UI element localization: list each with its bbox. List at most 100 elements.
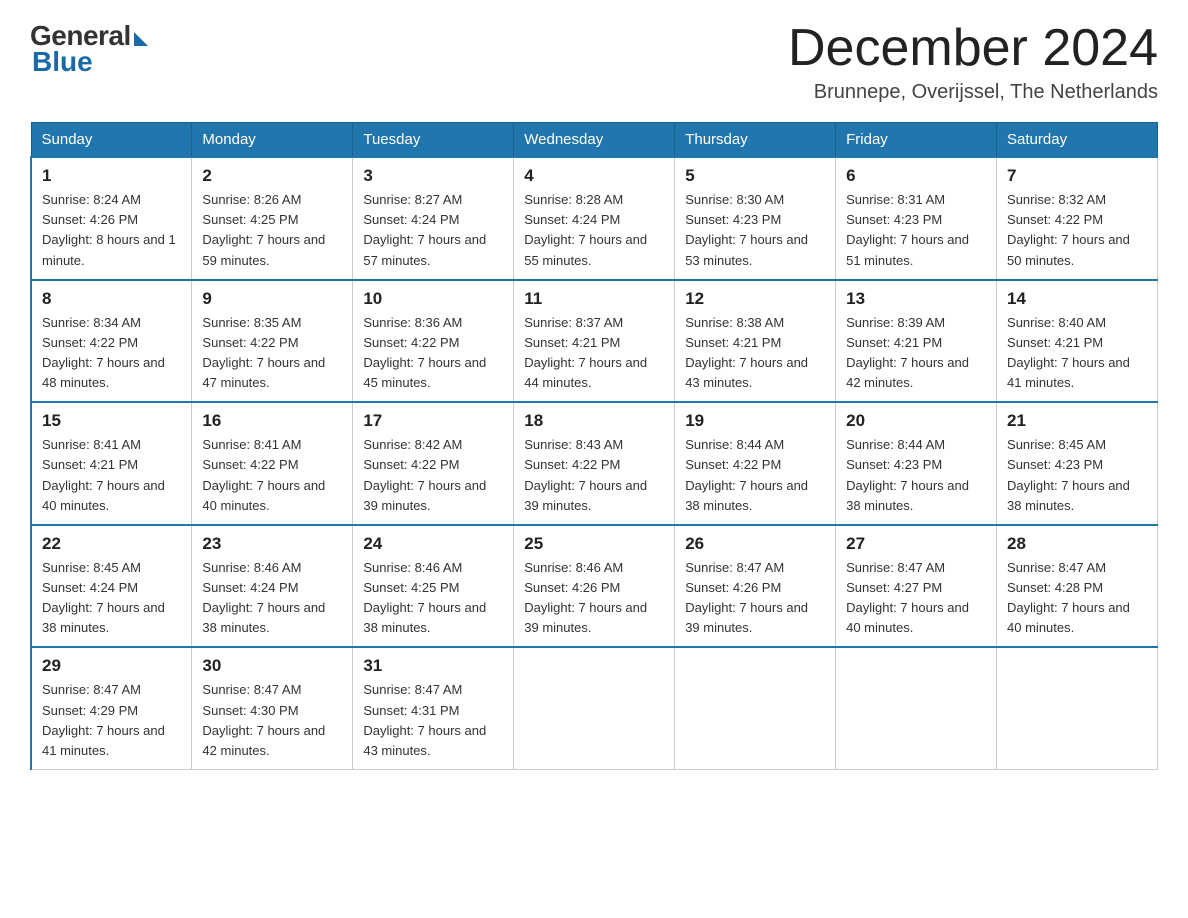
calendar-day-cell: 6 Sunrise: 8:31 AMSunset: 4:23 PMDayligh… [836, 157, 997, 280]
day-info: Sunrise: 8:47 AMSunset: 4:31 PMDaylight:… [363, 682, 486, 757]
day-number: 12 [685, 289, 825, 309]
day-number: 25 [524, 534, 664, 554]
title-block: December 2024 Brunnepe, Overijssel, The … [788, 20, 1158, 104]
day-number: 5 [685, 166, 825, 186]
day-number: 3 [363, 166, 503, 186]
calendar-day-cell: 11 Sunrise: 8:37 AMSunset: 4:21 PMDaylig… [514, 280, 675, 403]
calendar-day-cell: 25 Sunrise: 8:46 AMSunset: 4:26 PMDaylig… [514, 525, 675, 648]
day-info: Sunrise: 8:39 AMSunset: 4:21 PMDaylight:… [846, 315, 969, 390]
calendar-day-header: Saturday [997, 123, 1158, 158]
day-number: 21 [1007, 411, 1147, 431]
day-number: 4 [524, 166, 664, 186]
calendar-day-cell: 27 Sunrise: 8:47 AMSunset: 4:27 PMDaylig… [836, 525, 997, 648]
calendar-day-cell: 8 Sunrise: 8:34 AMSunset: 4:22 PMDayligh… [31, 280, 192, 403]
day-info: Sunrise: 8:47 AMSunset: 4:27 PMDaylight:… [846, 560, 969, 635]
day-info: Sunrise: 8:44 AMSunset: 4:22 PMDaylight:… [685, 437, 808, 512]
day-number: 6 [846, 166, 986, 186]
calendar-day-cell: 24 Sunrise: 8:46 AMSunset: 4:25 PMDaylig… [353, 525, 514, 648]
calendar-day-cell: 23 Sunrise: 8:46 AMSunset: 4:24 PMDaylig… [192, 525, 353, 648]
calendar-day-cell: 26 Sunrise: 8:47 AMSunset: 4:26 PMDaylig… [675, 525, 836, 648]
calendar-day-cell [675, 647, 836, 769]
day-info: Sunrise: 8:31 AMSunset: 4:23 PMDaylight:… [846, 192, 969, 267]
day-info: Sunrise: 8:36 AMSunset: 4:22 PMDaylight:… [363, 315, 486, 390]
calendar-day-cell: 7 Sunrise: 8:32 AMSunset: 4:22 PMDayligh… [997, 157, 1158, 280]
calendar-day-cell: 28 Sunrise: 8:47 AMSunset: 4:28 PMDaylig… [997, 525, 1158, 648]
day-number: 10 [363, 289, 503, 309]
day-number: 28 [1007, 534, 1147, 554]
calendar-day-cell: 12 Sunrise: 8:38 AMSunset: 4:21 PMDaylig… [675, 280, 836, 403]
calendar-week-row: 29 Sunrise: 8:47 AMSunset: 4:29 PMDaylig… [31, 647, 1158, 769]
calendar-day-cell: 16 Sunrise: 8:41 AMSunset: 4:22 PMDaylig… [192, 402, 353, 525]
day-info: Sunrise: 8:47 AMSunset: 4:29 PMDaylight:… [42, 682, 165, 757]
calendar-day-header: Wednesday [514, 123, 675, 158]
calendar-table: SundayMondayTuesdayWednesdayThursdayFrid… [30, 122, 1158, 770]
day-number: 23 [202, 534, 342, 554]
day-info: Sunrise: 8:41 AMSunset: 4:22 PMDaylight:… [202, 437, 325, 512]
day-number: 2 [202, 166, 342, 186]
day-number: 20 [846, 411, 986, 431]
calendar-day-cell [997, 647, 1158, 769]
day-number: 30 [202, 656, 342, 676]
day-number: 17 [363, 411, 503, 431]
calendar-day-cell: 17 Sunrise: 8:42 AMSunset: 4:22 PMDaylig… [353, 402, 514, 525]
logo-blue-text: Blue [32, 46, 93, 78]
calendar-day-cell: 21 Sunrise: 8:45 AMSunset: 4:23 PMDaylig… [997, 402, 1158, 525]
day-number: 26 [685, 534, 825, 554]
calendar-day-cell: 4 Sunrise: 8:28 AMSunset: 4:24 PMDayligh… [514, 157, 675, 280]
calendar-week-row: 22 Sunrise: 8:45 AMSunset: 4:24 PMDaylig… [31, 525, 1158, 648]
calendar-day-cell: 1 Sunrise: 8:24 AMSunset: 4:26 PMDayligh… [31, 157, 192, 280]
location-text: Brunnepe, Overijssel, The Netherlands [788, 81, 1158, 104]
day-info: Sunrise: 8:46 AMSunset: 4:24 PMDaylight:… [202, 560, 325, 635]
day-info: Sunrise: 8:45 AMSunset: 4:24 PMDaylight:… [42, 560, 165, 635]
calendar-day-cell [514, 647, 675, 769]
calendar-day-cell: 29 Sunrise: 8:47 AMSunset: 4:29 PMDaylig… [31, 647, 192, 769]
day-info: Sunrise: 8:30 AMSunset: 4:23 PMDaylight:… [685, 192, 808, 267]
calendar-day-header: Tuesday [353, 123, 514, 158]
calendar-day-cell: 22 Sunrise: 8:45 AMSunset: 4:24 PMDaylig… [31, 525, 192, 648]
calendar-day-cell: 9 Sunrise: 8:35 AMSunset: 4:22 PMDayligh… [192, 280, 353, 403]
day-number: 16 [202, 411, 342, 431]
calendar-day-cell [836, 647, 997, 769]
day-info: Sunrise: 8:35 AMSunset: 4:22 PMDaylight:… [202, 315, 325, 390]
day-info: Sunrise: 8:40 AMSunset: 4:21 PMDaylight:… [1007, 315, 1130, 390]
calendar-day-cell: 14 Sunrise: 8:40 AMSunset: 4:21 PMDaylig… [997, 280, 1158, 403]
day-info: Sunrise: 8:47 AMSunset: 4:30 PMDaylight:… [202, 682, 325, 757]
day-info: Sunrise: 8:26 AMSunset: 4:25 PMDaylight:… [202, 192, 325, 267]
day-info: Sunrise: 8:45 AMSunset: 4:23 PMDaylight:… [1007, 437, 1130, 512]
day-number: 22 [42, 534, 181, 554]
calendar-day-cell: 31 Sunrise: 8:47 AMSunset: 4:31 PMDaylig… [353, 647, 514, 769]
day-info: Sunrise: 8:46 AMSunset: 4:26 PMDaylight:… [524, 560, 647, 635]
day-number: 29 [42, 656, 181, 676]
calendar-day-cell: 2 Sunrise: 8:26 AMSunset: 4:25 PMDayligh… [192, 157, 353, 280]
day-info: Sunrise: 8:47 AMSunset: 4:28 PMDaylight:… [1007, 560, 1130, 635]
day-info: Sunrise: 8:41 AMSunset: 4:21 PMDaylight:… [42, 437, 165, 512]
calendar-day-cell: 30 Sunrise: 8:47 AMSunset: 4:30 PMDaylig… [192, 647, 353, 769]
calendar-day-cell: 10 Sunrise: 8:36 AMSunset: 4:22 PMDaylig… [353, 280, 514, 403]
day-info: Sunrise: 8:34 AMSunset: 4:22 PMDaylight:… [42, 315, 165, 390]
calendar-header-row: SundayMondayTuesdayWednesdayThursdayFrid… [31, 123, 1158, 158]
month-title: December 2024 [788, 20, 1158, 77]
calendar-week-row: 15 Sunrise: 8:41 AMSunset: 4:21 PMDaylig… [31, 402, 1158, 525]
day-info: Sunrise: 8:46 AMSunset: 4:25 PMDaylight:… [363, 560, 486, 635]
calendar-day-header: Friday [836, 123, 997, 158]
day-number: 19 [685, 411, 825, 431]
day-number: 9 [202, 289, 342, 309]
day-info: Sunrise: 8:27 AMSunset: 4:24 PMDaylight:… [363, 192, 486, 267]
calendar-week-row: 1 Sunrise: 8:24 AMSunset: 4:26 PMDayligh… [31, 157, 1158, 280]
day-info: Sunrise: 8:42 AMSunset: 4:22 PMDaylight:… [363, 437, 486, 512]
calendar-day-cell: 3 Sunrise: 8:27 AMSunset: 4:24 PMDayligh… [353, 157, 514, 280]
calendar-day-cell: 5 Sunrise: 8:30 AMSunset: 4:23 PMDayligh… [675, 157, 836, 280]
day-info: Sunrise: 8:47 AMSunset: 4:26 PMDaylight:… [685, 560, 808, 635]
day-number: 13 [846, 289, 986, 309]
day-info: Sunrise: 8:28 AMSunset: 4:24 PMDaylight:… [524, 192, 647, 267]
calendar-day-cell: 18 Sunrise: 8:43 AMSunset: 4:22 PMDaylig… [514, 402, 675, 525]
day-info: Sunrise: 8:32 AMSunset: 4:22 PMDaylight:… [1007, 192, 1130, 267]
day-number: 8 [42, 289, 181, 309]
day-info: Sunrise: 8:43 AMSunset: 4:22 PMDaylight:… [524, 437, 647, 512]
calendar-week-row: 8 Sunrise: 8:34 AMSunset: 4:22 PMDayligh… [31, 280, 1158, 403]
day-number: 24 [363, 534, 503, 554]
calendar-day-header: Thursday [675, 123, 836, 158]
day-number: 14 [1007, 289, 1147, 309]
day-number: 7 [1007, 166, 1147, 186]
day-number: 18 [524, 411, 664, 431]
